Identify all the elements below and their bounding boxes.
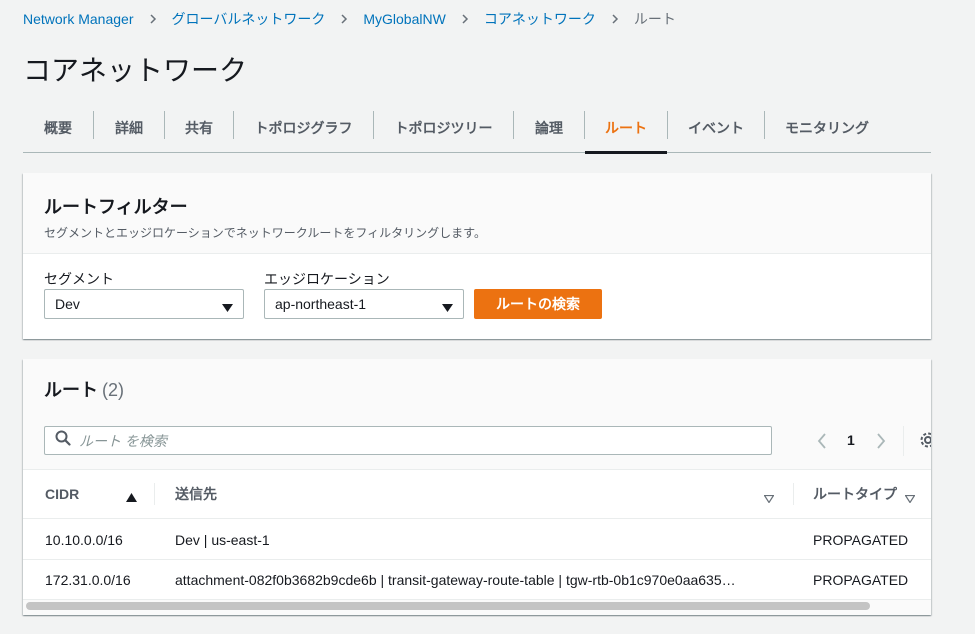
- breadcrumb-global-networks[interactable]: グローバルネットワーク: [172, 9, 326, 29]
- chevron-left-icon[interactable]: [816, 433, 828, 454]
- edge-location-select-value: ap-northeast-1: [275, 296, 367, 312]
- row-divider: [23, 559, 931, 560]
- tab-topology-graph[interactable]: トポロジグラフ: [234, 103, 373, 153]
- settings-gear-icon[interactable]: [919, 431, 931, 454]
- sort-icon[interactable]: [763, 490, 775, 508]
- routes-count: (2): [102, 380, 124, 400]
- chevron-right-icon: [610, 14, 620, 24]
- route-filter-description: セグメントとエッジロケーションでネットワークルートをフィルタリングします。: [44, 226, 486, 240]
- column-header-cidr-label: CIDR: [45, 486, 80, 502]
- cell-cidr: 10.10.0.0/16: [45, 532, 123, 548]
- tab-logical[interactable]: 論理: [514, 103, 584, 153]
- segment-label: セグメント: [44, 271, 114, 287]
- column-separator: [154, 483, 155, 505]
- search-routes-button[interactable]: ルートの検索: [474, 289, 602, 319]
- routes-title-text: ルート: [44, 380, 98, 400]
- cell-destination: Dev | us-east-1: [175, 532, 270, 548]
- routes-panel: ルート(2) 1 CIDR 送信先 ルートタイプ 10.10.0.0/16 De…: [23, 359, 931, 615]
- segment-select[interactable]: Dev: [44, 289, 244, 319]
- page-title: コアネットワーク: [23, 55, 248, 86]
- breadcrumb-core-network[interactable]: コアネットワーク: [484, 9, 596, 29]
- route-search-box[interactable]: [44, 426, 772, 455]
- column-header-route-type-label: ルートタイプ: [813, 486, 897, 502]
- tab-overview[interactable]: 概要: [23, 103, 93, 153]
- sort-icon[interactable]: [904, 490, 916, 508]
- caret-down-icon: [442, 300, 453, 316]
- cell-route-type: PROPAGATED: [813, 532, 909, 548]
- caret-down-icon: [222, 300, 233, 316]
- tab-sharing[interactable]: 共有: [165, 103, 233, 153]
- horizontal-scrollbar-thumb[interactable]: [26, 602, 870, 610]
- chevron-right-icon: [460, 14, 470, 24]
- pager-divider: [903, 426, 904, 456]
- chevron-right-icon: [148, 14, 158, 24]
- column-header-cidr[interactable]: CIDR: [45, 470, 79, 518]
- column-header-route-type[interactable]: ルートタイプ: [813, 470, 897, 518]
- tab-monitoring[interactable]: モニタリング: [765, 103, 889, 153]
- edge-location-label: エッジロケーション: [264, 271, 390, 287]
- cell-cidr: 172.31.0.0/16: [45, 572, 131, 588]
- route-filter-title: ルートフィルター: [44, 197, 188, 217]
- tab-events[interactable]: イベント: [668, 103, 764, 153]
- breadcrumb-global-network-name[interactable]: MyGlobalNW: [363, 11, 445, 27]
- sort-ascending-icon[interactable]: [126, 489, 137, 507]
- breadcrumb-current: ルート: [633, 11, 676, 27]
- route-filter-header: ルートフィルター セグメントとエッジロケーションでネットワークルートをフィルタリ…: [23, 173, 931, 254]
- segment-select-value: Dev: [55, 296, 80, 312]
- column-separator: [793, 483, 794, 505]
- tab-details[interactable]: 詳細: [94, 103, 164, 153]
- cell-route-type: PROPAGATED: [813, 572, 909, 588]
- route-filter-panel: ルートフィルター セグメントとエッジロケーションでネットワークルートをフィルタリ…: [23, 173, 931, 339]
- tab-topology-tree[interactable]: トポロジツリー: [374, 103, 513, 153]
- column-header-destination-label: 送信先: [175, 486, 217, 502]
- tab-bar: 概要 詳細 共有 トポロジグラフ トポロジツリー 論理 ルート イベント モニタ…: [23, 103, 931, 154]
- edge-location-select[interactable]: ap-northeast-1: [264, 289, 464, 319]
- routes-title: ルート (2): [44, 376, 124, 402]
- cell-destination: attachment-082f0b3682b9cde6b | transit-g…: [175, 572, 736, 588]
- breadcrumb: Network Manager グローバルネットワーク MyGlobalNW コ…: [23, 8, 676, 30]
- chevron-right-icon: [339, 14, 349, 24]
- table-header-divider: [23, 518, 931, 519]
- search-icon: [55, 430, 71, 451]
- breadcrumb-network-manager[interactable]: Network Manager: [23, 11, 134, 27]
- column-header-destination[interactable]: 送信先: [175, 470, 217, 518]
- route-search-input[interactable]: [79, 432, 759, 449]
- tab-routes[interactable]: ルート: [585, 103, 667, 154]
- page-number[interactable]: 1: [847, 432, 855, 448]
- chevron-right-icon[interactable]: [875, 433, 887, 454]
